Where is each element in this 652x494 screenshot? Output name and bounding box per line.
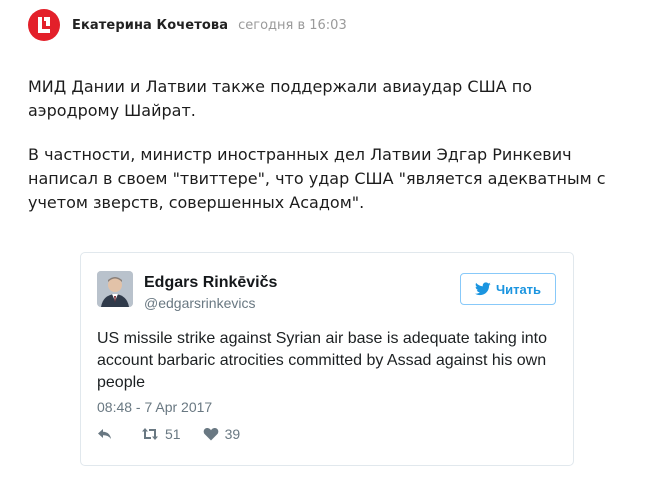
reply-icon: [98, 429, 111, 439]
tweet-timestamp[interactable]: 08:48 - 7 Apr 2017: [97, 399, 212, 415]
post-timestamp: сегодня в 16:03: [238, 17, 347, 33]
like-count: 39: [224, 426, 241, 442]
lenta-logo[interactable]: [28, 9, 60, 41]
lenta-logo-icon: [38, 17, 50, 33]
embedded-tweet: Edgars Rinkēvičs @edgarsrinkevics Читать…: [80, 252, 574, 466]
avatar[interactable]: [97, 271, 133, 307]
retweet-count: 51: [165, 426, 181, 442]
reply-action[interactable]: [97, 427, 119, 441]
like-action[interactable]: 39: [203, 426, 241, 442]
post-author[interactable]: Екатерина Кочетова: [72, 18, 228, 33]
tweet-actions: 51 39: [97, 426, 262, 442]
post-paragraph-1: МИД Дании и Латвии также поддержали авиа…: [28, 77, 532, 120]
post-header: Екатерина Кочетова сегодня в 16:03: [28, 8, 347, 42]
retweet-icon: [142, 428, 158, 440]
twitter-bird-icon: [474, 282, 491, 296]
follow-button[interactable]: Читать: [460, 273, 556, 305]
tweet-author-name[interactable]: Edgars Rinkēvičs: [144, 274, 277, 292]
heart-icon: [203, 427, 218, 441]
post-paragraph-2: В частности, министр иностранных дел Лат…: [28, 145, 606, 212]
tweet-author-handle[interactable]: @edgarsrinkevics: [144, 295, 255, 311]
avatar-image: [97, 271, 133, 307]
tweet-text: US missile strike against Syrian air bas…: [97, 330, 547, 391]
retweet-action[interactable]: 51: [141, 426, 181, 442]
follow-button-label: Читать: [495, 281, 542, 297]
